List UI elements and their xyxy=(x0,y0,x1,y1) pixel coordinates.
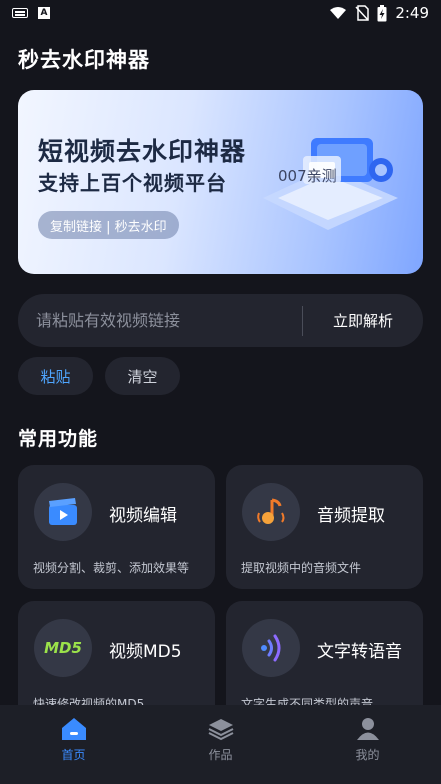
app-title: 秒去水印神器 xyxy=(18,48,150,72)
banner-title: 短视频去水印神器 xyxy=(38,137,247,166)
promo-banner[interactable]: 短视频去水印神器 支持上百个视频平台 007亲测 复制链接 | 秒去水印 xyxy=(18,90,423,274)
status-time: 2:49 xyxy=(395,4,429,22)
video-url-input[interactable] xyxy=(18,294,302,347)
feature-card-audio-extract[interactable]: 音频提取 提取视频中的音频文件 xyxy=(226,465,423,589)
bottom-nav: 首页 作品 我的 xyxy=(0,705,441,784)
feature-title: 视频编辑 xyxy=(109,506,177,526)
parse-button[interactable]: 立即解析 xyxy=(303,294,423,347)
banner-subtitle: 支持上百个视频平台 xyxy=(38,171,227,195)
feature-desc: 视频分割、裁剪、添加效果等 xyxy=(33,561,190,575)
video-clapper-icon xyxy=(49,498,77,525)
wifi-icon xyxy=(330,7,347,19)
feature-title: 文字转语音 xyxy=(317,642,402,662)
no-sim-icon xyxy=(355,5,370,21)
feature-title: 音频提取 xyxy=(317,506,385,526)
feature-card-video-edit[interactable]: 视频编辑 视频分割、裁剪、添加效果等 xyxy=(18,465,215,589)
md5-icon: MD5 xyxy=(44,639,82,657)
status-bar: A 2:49 xyxy=(0,0,441,26)
nav-works[interactable]: 作品 xyxy=(147,705,294,784)
battery-charging-icon xyxy=(377,4,387,21)
paste-button[interactable]: 粘贴 xyxy=(18,357,93,395)
music-note-icon xyxy=(257,498,285,524)
banner-pill: 复制链接 | 秒去水印 xyxy=(38,211,179,239)
nav-label: 我的 xyxy=(355,748,380,762)
feature-title: 视频MD5 xyxy=(109,642,182,662)
sound-wave-icon xyxy=(261,634,281,662)
nav-profile[interactable]: 我的 xyxy=(294,705,441,784)
home-icon xyxy=(61,718,86,740)
accessibility-a-icon: A xyxy=(38,7,50,19)
banner-watermark: 007亲测 xyxy=(278,167,337,185)
section-title: 常用功能 xyxy=(18,428,99,450)
nav-label: 作品 xyxy=(208,748,233,762)
keyboard-icon xyxy=(12,8,28,18)
clear-button[interactable]: 清空 xyxy=(105,357,180,395)
nav-home[interactable]: 首页 xyxy=(0,705,147,784)
url-input-bar: 立即解析 xyxy=(18,294,423,347)
nav-label: 首页 xyxy=(61,748,86,762)
user-icon xyxy=(356,718,379,740)
feature-desc: 提取视频中的音频文件 xyxy=(241,561,362,575)
layers-icon xyxy=(208,719,233,741)
